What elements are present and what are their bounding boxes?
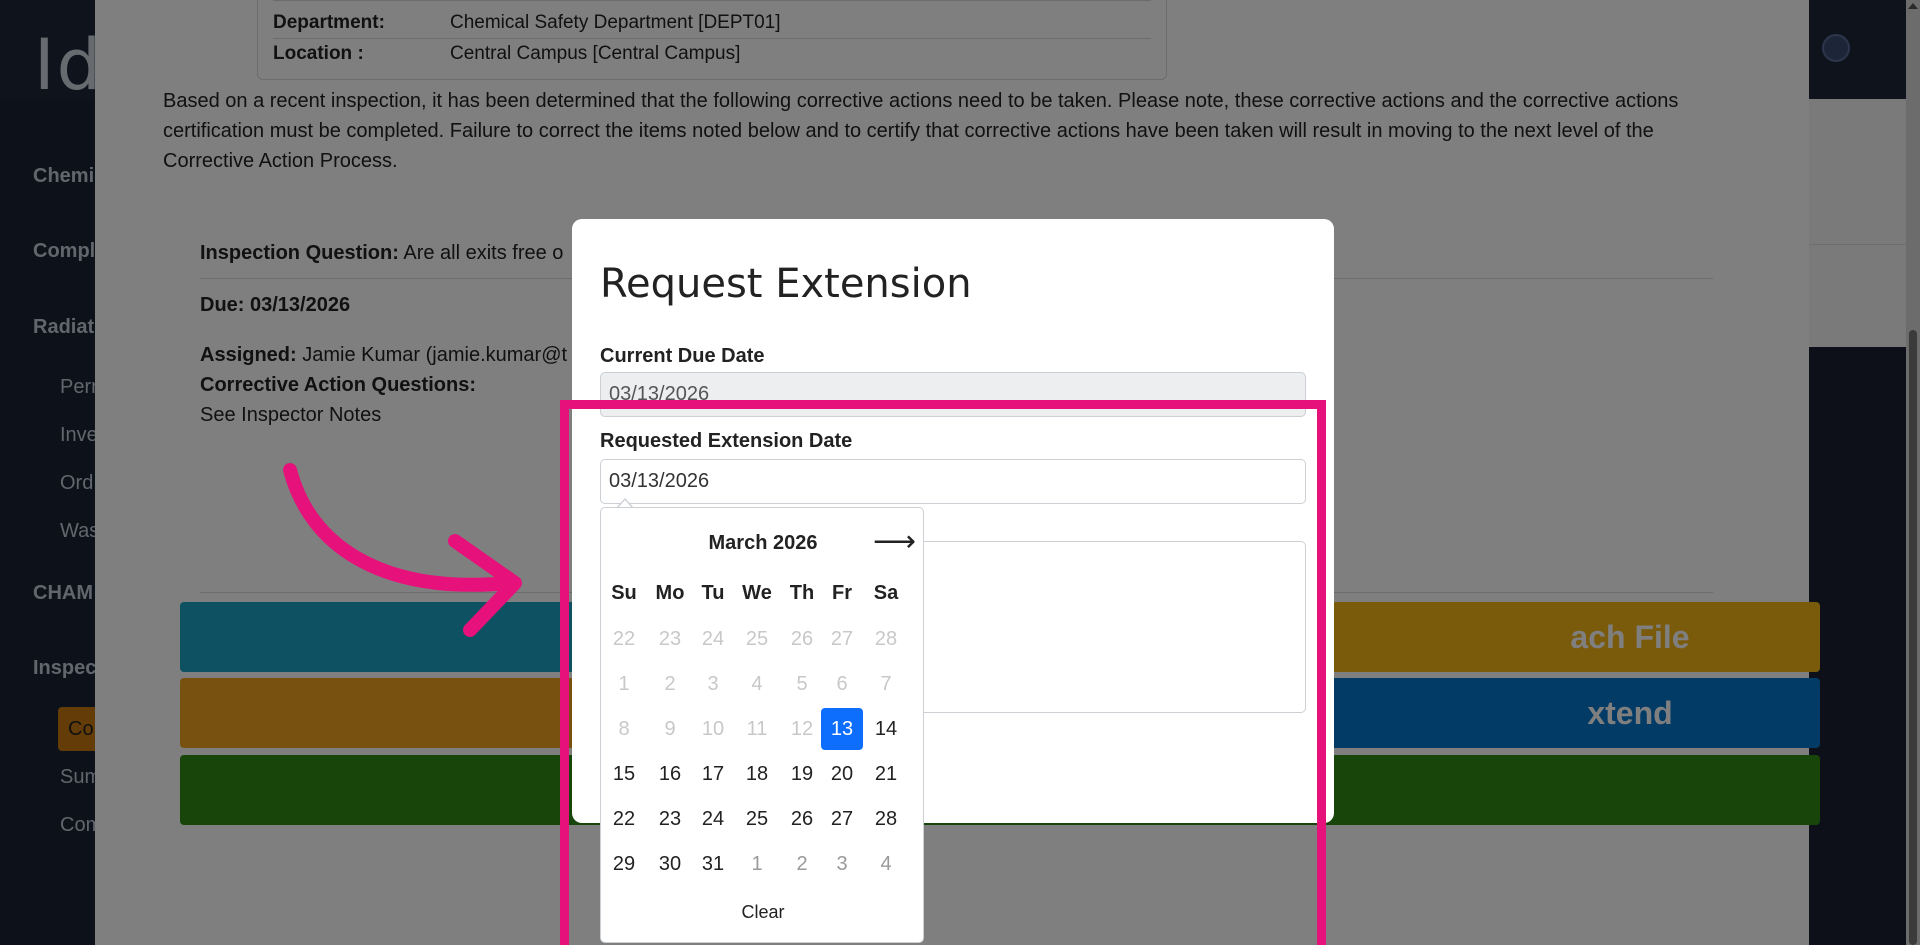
annotation-highlight-box	[560, 400, 1326, 945]
annotation-arrow-icon	[283, 463, 522, 637]
modal-title: Request Extension	[600, 261, 972, 307]
current-due-date-label: Current Due Date	[600, 345, 765, 367]
